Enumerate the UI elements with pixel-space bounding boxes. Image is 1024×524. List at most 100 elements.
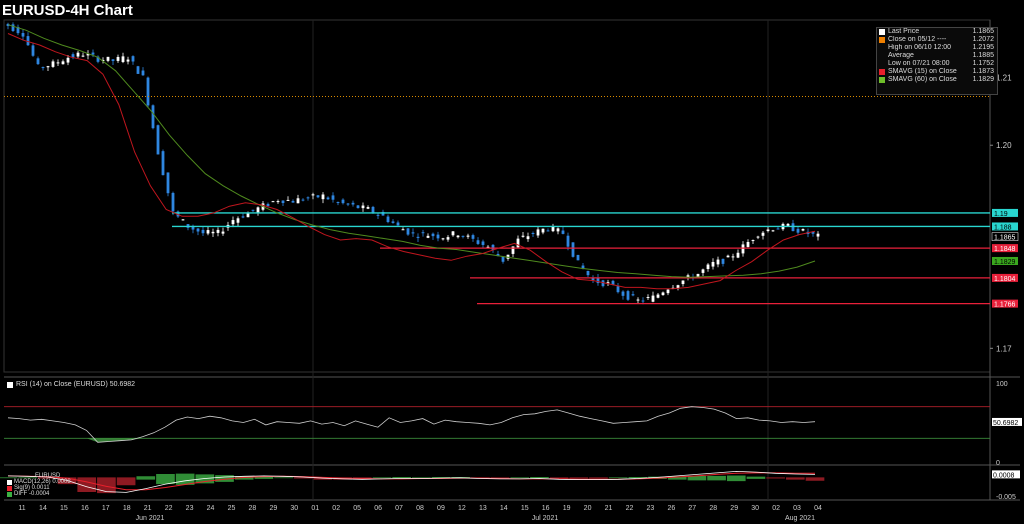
x-tick-label: 11 xyxy=(18,505,25,512)
candle-body xyxy=(536,229,540,236)
candle-body xyxy=(521,235,525,237)
candle-body xyxy=(481,241,485,245)
candle-body xyxy=(231,220,235,225)
candle-body xyxy=(251,209,255,211)
x-tick-label: 01 xyxy=(311,505,319,512)
legend-row: Last Price 1.1865 xyxy=(877,28,997,36)
candle-body xyxy=(366,207,370,209)
candle-body xyxy=(546,230,550,232)
legend-row: Close on 05/12 ---- 1.2072 xyxy=(877,36,997,44)
macd-diff-bar xyxy=(785,477,805,480)
candle-body xyxy=(471,235,475,239)
candle-body xyxy=(41,67,45,69)
price-tag-label: 1.1766 xyxy=(994,302,1016,309)
candle-body xyxy=(661,292,665,296)
candle-body xyxy=(236,218,240,223)
price-tag-label: 1.1865 xyxy=(994,235,1016,242)
candle-body xyxy=(326,197,330,200)
candle-body xyxy=(501,256,505,262)
candle-body xyxy=(526,236,530,240)
candle-body xyxy=(556,228,560,232)
chart-legend: Last Price 1.1865 Close on 05/12 ---- 1.207… xyxy=(876,27,998,95)
legend-label: High on 06/10 12:00 xyxy=(888,44,952,51)
candle-body xyxy=(571,242,575,257)
candle-body xyxy=(476,240,480,244)
x-tick-label: 27 xyxy=(688,505,696,512)
candle-body xyxy=(161,151,165,176)
x-tick-label: 25 xyxy=(228,505,236,512)
candle-body xyxy=(106,56,110,61)
candle-body xyxy=(676,285,680,289)
x-tick-label: 28 xyxy=(249,505,257,512)
legend-value: 1.2195 xyxy=(972,44,994,51)
candle-body xyxy=(451,231,455,236)
legend-label: SMAVG (60) on Close xyxy=(888,76,957,83)
candle-body xyxy=(646,296,650,298)
legend-value: 1.1752 xyxy=(972,60,994,67)
legend-value: 1.1885 xyxy=(972,52,994,59)
x-month-label: Aug 2021 xyxy=(785,515,815,522)
macd-diff-bar xyxy=(608,477,628,479)
candlesticks xyxy=(6,22,820,305)
macd-diff-bar xyxy=(707,475,726,481)
candle-body xyxy=(376,214,380,216)
candle-body xyxy=(816,233,820,237)
candle-body xyxy=(656,294,660,298)
macd-diff-bar xyxy=(116,477,136,486)
candle-body xyxy=(76,52,80,57)
candle-body xyxy=(276,201,280,203)
rsi-line xyxy=(7,406,816,443)
candle-body xyxy=(651,295,655,302)
y-tick-label: 1.20 xyxy=(996,141,1012,150)
candle-body xyxy=(271,201,275,203)
candle-body xyxy=(206,230,210,234)
macd-diff-bar xyxy=(392,477,411,479)
macd-legend-label: DIFF -0.0004 xyxy=(14,491,50,497)
candle-body xyxy=(436,234,440,239)
candle-body xyxy=(786,223,790,226)
x-tick-label: 29 xyxy=(730,505,738,512)
candle-body xyxy=(396,222,400,226)
price-tag-1.1804: 1.1804 xyxy=(992,273,1018,283)
candle-body xyxy=(776,228,780,230)
price-tag-1.188: 1.188 xyxy=(992,222,1018,231)
candle-body xyxy=(136,66,140,74)
candle-body xyxy=(286,199,290,201)
legend-swatch xyxy=(879,37,885,43)
rsi-tick-label: 100 xyxy=(996,381,1008,388)
candle-body xyxy=(616,286,620,293)
candle-body xyxy=(151,105,155,129)
macd-last-label: 0.0008 xyxy=(993,472,1015,479)
candle-body xyxy=(91,52,95,55)
legend-label: Average xyxy=(888,52,914,59)
candle-body xyxy=(191,226,195,230)
macd-diff-bar xyxy=(726,475,746,482)
x-tick-label: 13 xyxy=(479,505,487,512)
candle-body xyxy=(336,202,340,204)
x-tick-label: 26 xyxy=(667,505,675,512)
macd-legend-swatch xyxy=(7,485,12,491)
x-tick-label: 16 xyxy=(542,505,550,512)
candle-body xyxy=(71,54,75,58)
x-tick-label: 22 xyxy=(165,505,173,512)
candle-body xyxy=(421,232,425,234)
candle-body xyxy=(316,195,320,198)
candle-body xyxy=(516,238,520,248)
price-tag-1.19: 1.19 xyxy=(992,208,1018,218)
candle-body xyxy=(56,62,60,64)
x-tick-label: 24 xyxy=(207,505,215,512)
candle-body xyxy=(791,223,795,232)
x-tick-label: 08 xyxy=(416,505,424,512)
legend-swatch xyxy=(879,77,885,83)
candle-body xyxy=(466,235,470,237)
rsi-legend: RSI (14) on Close (EURUSD) 50.6982 xyxy=(7,381,135,388)
candle-body xyxy=(431,233,435,237)
candle-body xyxy=(26,36,30,46)
candle-body xyxy=(761,232,765,236)
candle-body xyxy=(31,45,35,56)
candle-body xyxy=(266,203,270,207)
candle-body xyxy=(561,230,565,234)
candle-body xyxy=(361,205,365,209)
x-tick-label: 19 xyxy=(563,505,571,512)
candle-body xyxy=(301,199,305,201)
